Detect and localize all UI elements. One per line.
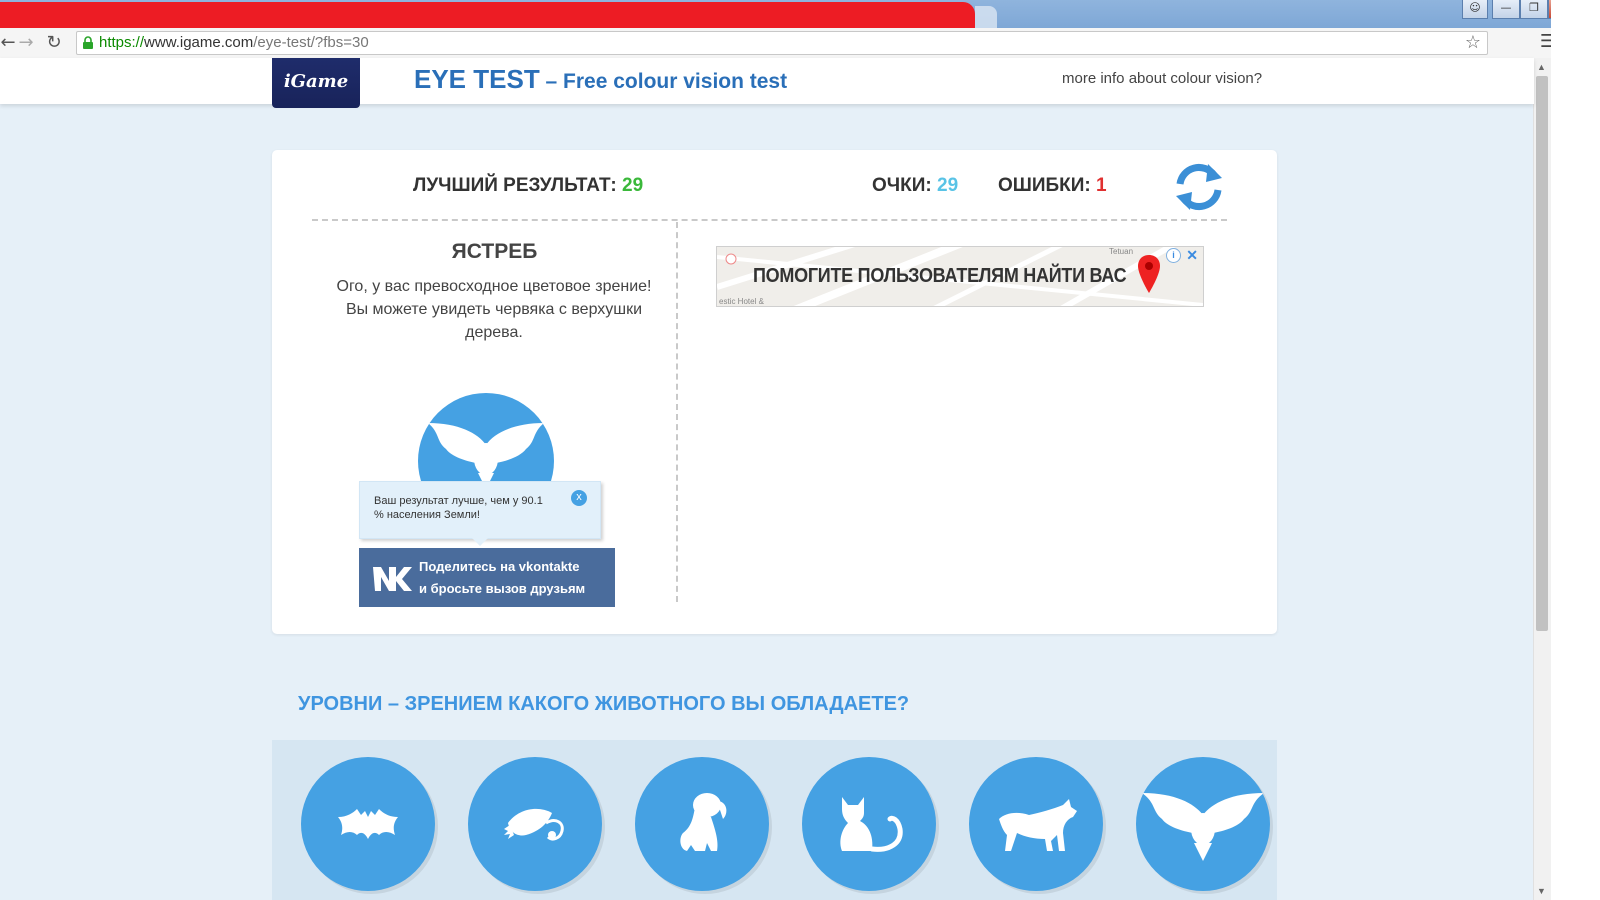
errors-count: ОШИБКИ: 1 xyxy=(998,175,1107,196)
restore-button[interactable]: ❐ xyxy=(1520,0,1548,19)
cougar-icon xyxy=(999,799,1077,851)
bookmark-star-icon[interactable]: ☆ xyxy=(1465,32,1481,53)
scroll-up-icon[interactable]: ▲ xyxy=(1537,62,1546,72)
lock-icon xyxy=(83,36,93,49)
bat-icon xyxy=(338,809,398,839)
errors-value: 1 xyxy=(1096,175,1107,196)
browser-toolbar: ← → ↻ https://www.igame.com/eye-test/?fb… xyxy=(0,28,1600,59)
ad-info-icon[interactable]: i xyxy=(1166,248,1181,263)
redacted-tab-area xyxy=(0,2,975,28)
map-pin-icon xyxy=(1138,255,1160,293)
vk-share-button[interactable]: Поделитесь на vkontakte и бросьте вызов … xyxy=(359,548,615,607)
levels-heading: УРОВНИ – ЗРЕНИЕМ КАКОГО ЖИВОТНОГО ВЫ ОБЛ… xyxy=(298,693,910,715)
browser-titlebar: ☺ — ❐ ✕ xyxy=(0,0,1600,28)
best-score-value: 29 xyxy=(622,175,644,196)
window-edge xyxy=(1551,0,1600,900)
level-cougar[interactable] xyxy=(969,757,1103,891)
percentile-tooltip: Ваш результат лучше, чем у 90.1 % населе… xyxy=(359,481,601,546)
level-dog[interactable] xyxy=(635,757,769,891)
new-tab-button[interactable] xyxy=(975,6,997,28)
profile-icon[interactable]: ☺ xyxy=(1462,0,1488,19)
site-header: iGame EYE TEST – Free colour vision test… xyxy=(0,58,1534,108)
percentile-text: Ваш результат лучше, чем у 90.1 % населе… xyxy=(374,495,543,521)
map-label: estic Hotel & xyxy=(719,297,764,306)
tooltip-tail xyxy=(472,538,488,546)
page-scrollbar[interactable]: ▲ ▼ xyxy=(1533,58,1551,900)
reload-icon[interactable]: ↻ xyxy=(42,31,66,55)
restart-icon[interactable] xyxy=(1170,158,1228,216)
current-score: ОЧКИ: 29 xyxy=(872,175,959,196)
url-text: https://www.igame.com/eye-test/?fbs=30 xyxy=(99,34,369,51)
best-score: ЛУЧШИЙ РЕЗУЛЬТАТ: 29 xyxy=(413,175,644,196)
scroll-thumb[interactable] xyxy=(1536,76,1548,631)
divider-horizontal xyxy=(312,219,1227,221)
vk-logo-icon xyxy=(373,567,412,591)
minimize-button[interactable]: — xyxy=(1492,0,1520,19)
level-hawk[interactable] xyxy=(1136,757,1270,891)
level-bat[interactable] xyxy=(301,757,435,891)
vk-share-label: Поделитесь на vkontakte и бросьте вызов … xyxy=(419,559,586,596)
scroll-down-icon[interactable]: ▼ xyxy=(1537,886,1546,896)
igame-logo[interactable]: iGame xyxy=(272,58,360,108)
address-bar[interactable]: https://www.igame.com/eye-test/?fbs=30 ☆ xyxy=(76,31,1488,55)
page-subtitle: – Free colour vision test xyxy=(539,70,788,93)
ad-headline: ПОМОГИТЕ ПОЛЬЗОВАТЕЛЯМ НАЙТИ ВАС xyxy=(753,265,1127,287)
level-mole[interactable] xyxy=(468,757,602,891)
score-value: 29 xyxy=(937,175,959,196)
page-title: EYE TEST – Free colour vision test xyxy=(414,64,788,94)
hawk-icon xyxy=(1142,793,1264,861)
forward-icon[interactable]: → xyxy=(14,31,38,55)
tooltip-close-button[interactable]: x xyxy=(571,490,587,506)
result-card: ЛУЧШИЙ РЕЗУЛЬТАТ: 29 ОЧКИ: 29 ОШИБКИ: 1 … xyxy=(272,150,1277,634)
ad-close-icon[interactable]: ✕ xyxy=(1186,247,1198,264)
animal-result-description: Ого, у вас превосходное цветовое зрение!… xyxy=(336,278,652,341)
level-cat[interactable] xyxy=(802,757,936,891)
mole-icon xyxy=(504,808,564,841)
map-label: Tetuan xyxy=(1109,247,1134,256)
colour-vision-info-link[interactable]: more info about colour vision? xyxy=(1062,70,1262,87)
cat-icon xyxy=(840,797,903,852)
animal-result-title: ЯСТРЕБ xyxy=(451,240,538,263)
dog-icon xyxy=(680,793,727,851)
map-ad-banner[interactable]: Tetuan estic Hotel & ПОМОГИТЕ ПОЛЬЗОВАТЕ… xyxy=(716,246,1204,307)
divider-vertical xyxy=(676,222,678,602)
